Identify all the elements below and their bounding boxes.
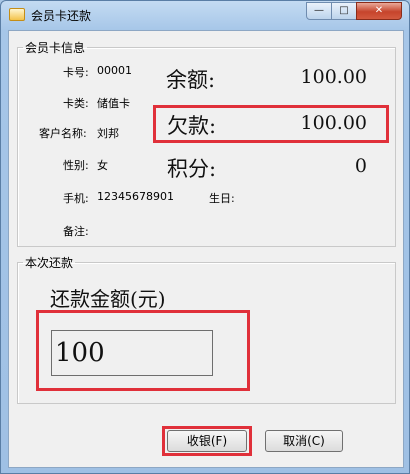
points-value: 0 <box>354 155 367 177</box>
remark-label: 备注: <box>63 225 89 238</box>
title-bar[interactable]: 会员卡还款 — □ ✕ <box>1 1 409 29</box>
maximize-button[interactable]: □ <box>331 2 357 20</box>
phone-value: 12345678901 <box>97 190 174 203</box>
card-no-label: 卡号: <box>63 66 89 79</box>
dialog-window: 会员卡还款 — □ ✕ 会员卡信息 卡号: 00001 卡类: 储值卡 客户名称… <box>0 0 410 474</box>
card-info-legend: 会员卡信息 <box>25 41 86 55</box>
app-icon <box>9 8 25 21</box>
card-type-value: 储值卡 <box>97 97 130 110</box>
checkout-button[interactable]: 收银(F) <box>167 430 247 452</box>
phone-label: 手机: <box>63 192 89 205</box>
balance-label: 余额: <box>166 68 216 92</box>
birthday-label: 生日: <box>209 192 235 205</box>
minimize-button[interactable]: — <box>306 2 332 20</box>
customer-name-value: 刘邦 <box>97 127 119 140</box>
cancel-button[interactable]: 取消(C) <box>265 430 343 452</box>
points-label: 积分: <box>167 157 217 181</box>
dialog-client-area: 会员卡信息 卡号: 00001 卡类: 储值卡 客户名称: 刘邦 性别: 女 手… <box>8 30 404 468</box>
repay-amount-label: 还款金额(元) <box>50 287 166 311</box>
repay-amount-input[interactable] <box>51 330 213 376</box>
repayment-legend: 本次还款 <box>25 256 74 270</box>
gender-label: 性别: <box>63 159 89 172</box>
card-type-label: 卡类: <box>63 97 89 110</box>
balance-value: 100.00 <box>300 66 367 88</box>
window-title: 会员卡还款 <box>31 9 92 23</box>
debt-label: 欠款: <box>167 114 217 138</box>
debt-value: 100.00 <box>300 112 367 134</box>
close-button[interactable]: ✕ <box>356 2 402 20</box>
gender-value: 女 <box>97 159 108 172</box>
card-no-value: 00001 <box>97 64 132 77</box>
customer-name-label: 客户名称: <box>39 127 87 140</box>
